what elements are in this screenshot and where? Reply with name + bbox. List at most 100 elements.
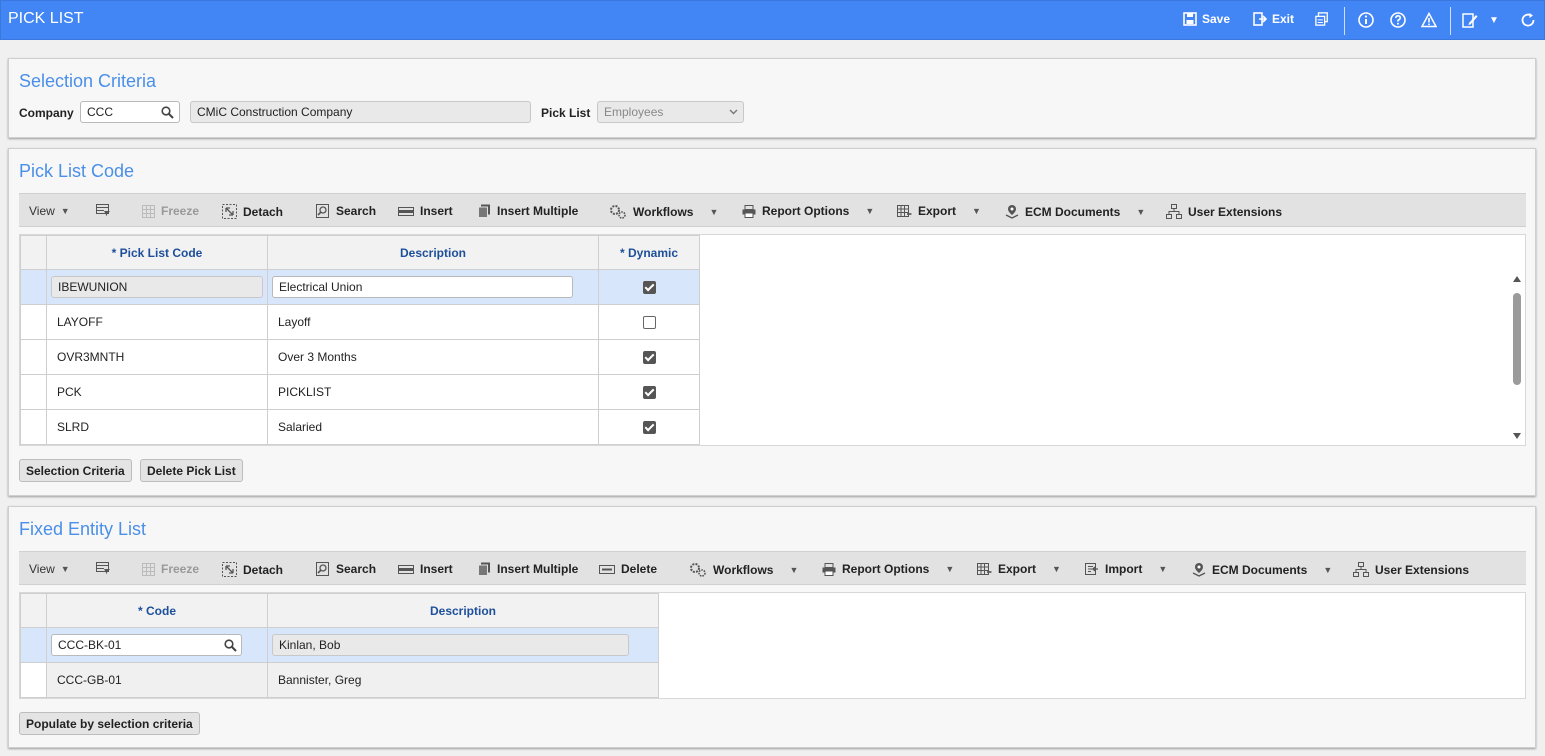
ecm-documents-button[interactable]: ECM Documents ▼ bbox=[1192, 562, 1332, 577]
search-icon bbox=[316, 562, 329, 576]
chevron-down-icon[interactable]: ▼ bbox=[1323, 565, 1332, 575]
code-cell[interactable]: CCC-GB-01 bbox=[46, 662, 268, 698]
table-row[interactable]: SLRD Salaried bbox=[20, 409, 700, 445]
dynamic-checkbox[interactable] bbox=[642, 316, 656, 330]
scrollbar-thumb[interactable] bbox=[1513, 293, 1521, 385]
warning-button[interactable] bbox=[1421, 12, 1437, 28]
print-button[interactable] bbox=[1315, 12, 1329, 26]
row-selector[interactable] bbox=[20, 409, 47, 445]
save-button[interactable]: Save bbox=[1183, 12, 1230, 26]
table-row[interactable]: LAYOFF Layoff bbox=[20, 304, 700, 340]
chevron-down-icon[interactable]: ▼ bbox=[709, 207, 718, 217]
export-button[interactable]: Export ▼ bbox=[977, 562, 1061, 576]
column-header-pick-list-code[interactable]: * Pick List Code bbox=[46, 235, 268, 270]
view-menu[interactable]: View ▼ bbox=[29, 204, 70, 218]
workflows-button[interactable]: Workflows ▼ bbox=[609, 204, 718, 219]
freeze-button[interactable]: Freeze bbox=[142, 204, 199, 218]
chevron-down-icon[interactable]: ▼ bbox=[1158, 564, 1167, 574]
description-cell[interactable]: PICKLIST bbox=[267, 374, 599, 410]
code-input[interactable]: CCC-BK-01 bbox=[51, 634, 242, 656]
chevron-down-icon[interactable]: ▼ bbox=[865, 206, 874, 216]
insert-button[interactable]: Insert bbox=[398, 204, 453, 218]
user-extensions-label: User Extensions bbox=[1375, 562, 1470, 577]
row-selector[interactable] bbox=[20, 339, 47, 375]
dynamic-cell bbox=[598, 304, 700, 340]
delete-button[interactable]: Delete bbox=[599, 562, 657, 576]
pick-list-code-cell[interactable]: IBEWUNION bbox=[46, 269, 268, 305]
delete-pick-list-button[interactable]: Delete Pick List bbox=[140, 459, 243, 482]
insert-multiple-button[interactable]: Insert Multiple bbox=[478, 562, 578, 576]
pick-list-code-input[interactable]: IBEWUNION bbox=[51, 276, 263, 298]
row-selector[interactable] bbox=[20, 627, 47, 663]
pick-list-code-cell[interactable]: PCK bbox=[46, 374, 268, 410]
search-button[interactable]: Search bbox=[316, 562, 376, 576]
insert-multiple-button[interactable]: Insert Multiple bbox=[478, 204, 578, 218]
scroll-down-icon[interactable] bbox=[1512, 432, 1522, 440]
table-row[interactable]: OVR3MNTH Over 3 Months bbox=[20, 339, 700, 375]
ecm-documents-button[interactable]: ECM Documents ▼ bbox=[1005, 204, 1145, 219]
help-button[interactable] bbox=[1390, 12, 1406, 28]
dynamic-checkbox[interactable] bbox=[642, 421, 656, 435]
export-button[interactable]: Export ▼ bbox=[897, 204, 981, 218]
detach-button[interactable]: Detach bbox=[222, 562, 283, 577]
column-header-description[interactable]: Description bbox=[267, 593, 659, 628]
table-row[interactable]: IBEWUNION Electrical Union bbox=[20, 269, 700, 305]
search-icon[interactable] bbox=[161, 106, 174, 119]
search-button[interactable]: Search bbox=[316, 204, 376, 218]
report-options-button[interactable]: Report Options ▼ bbox=[822, 562, 954, 576]
workflows-button[interactable]: Workflows ▼ bbox=[689, 562, 798, 577]
row-selector[interactable] bbox=[20, 269, 47, 305]
table-row[interactable]: PCK PICKLIST bbox=[20, 374, 700, 410]
description-cell[interactable]: Salaried bbox=[267, 409, 599, 445]
fixed-entity-toolbar: View ▼ Freeze Detach Search Insert Insert… bbox=[19, 551, 1526, 585]
detach-button[interactable]: Detach bbox=[222, 204, 283, 219]
edit-menu-button[interactable]: ▼ bbox=[1462, 12, 1499, 28]
column-header-dynamic[interactable]: * Dynamic bbox=[598, 235, 700, 270]
user-extensions-button[interactable]: User Extensions bbox=[1353, 562, 1469, 577]
info-icon bbox=[1358, 12, 1374, 28]
selection-criteria-button[interactable]: Selection Criteria bbox=[19, 459, 132, 482]
detach-label: Detach bbox=[243, 562, 284, 577]
user-extensions-button[interactable]: User Extensions bbox=[1166, 204, 1282, 219]
search-icon[interactable] bbox=[224, 639, 237, 652]
chevron-down-icon[interactable]: ▼ bbox=[945, 564, 954, 574]
pick-list-code-cell[interactable]: OVR3MNTH bbox=[46, 339, 268, 375]
freeze-button[interactable]: Freeze bbox=[142, 562, 199, 576]
view-menu[interactable]: View ▼ bbox=[29, 562, 70, 576]
pick-list-select[interactable]: Employees bbox=[597, 101, 744, 123]
vertical-scrollbar[interactable] bbox=[1511, 275, 1523, 440]
chevron-down-icon[interactable]: ▼ bbox=[1052, 564, 1061, 574]
refresh-button[interactable] bbox=[1520, 12, 1536, 28]
description-cell[interactable]: Layoff bbox=[267, 304, 599, 340]
filter-button[interactable] bbox=[96, 562, 111, 575]
dynamic-checkbox[interactable] bbox=[642, 281, 656, 295]
pick-list-code-cell[interactable]: SLRD bbox=[46, 409, 268, 445]
column-header-code[interactable]: * Code bbox=[46, 593, 268, 628]
description-cell[interactable]: Over 3 Months bbox=[267, 339, 599, 375]
detach-label: Detach bbox=[243, 204, 284, 219]
chevron-down-icon[interactable]: ▼ bbox=[972, 206, 981, 216]
row-selector[interactable] bbox=[20, 374, 47, 410]
company-field[interactable]: CCC bbox=[80, 101, 180, 123]
populate-by-selection-criteria-button[interactable]: Populate by selection criteria bbox=[19, 712, 200, 735]
row-selector[interactable] bbox=[20, 662, 47, 698]
import-button[interactable]: Import ▼ bbox=[1085, 562, 1167, 576]
chevron-down-icon[interactable]: ▼ bbox=[1136, 207, 1145, 217]
dynamic-checkbox[interactable] bbox=[642, 351, 656, 365]
scroll-up-icon[interactable] bbox=[1512, 275, 1522, 283]
column-header-description[interactable]: Description bbox=[267, 235, 599, 270]
description-cell[interactable]: Electrical Union bbox=[267, 269, 599, 305]
info-button[interactable] bbox=[1358, 12, 1374, 28]
chevron-down-icon[interactable]: ▼ bbox=[789, 565, 798, 575]
report-options-button[interactable]: Report Options ▼ bbox=[742, 204, 874, 218]
description-input[interactable]: Electrical Union bbox=[272, 276, 573, 298]
filter-button[interactable] bbox=[96, 204, 111, 217]
dynamic-checkbox[interactable] bbox=[642, 386, 656, 400]
pick-list-code-cell[interactable]: LAYOFF bbox=[46, 304, 268, 340]
insert-button[interactable]: Insert bbox=[398, 562, 453, 576]
table-row[interactable]: CCC-BK-01 Kinlan, Bob bbox=[20, 627, 659, 663]
code-cell[interactable]: CCC-BK-01 bbox=[46, 627, 268, 663]
exit-button[interactable]: Exit bbox=[1253, 12, 1294, 26]
row-selector[interactable] bbox=[20, 304, 47, 340]
table-row[interactable]: CCC-GB-01 Bannister, Greg bbox=[20, 662, 659, 698]
